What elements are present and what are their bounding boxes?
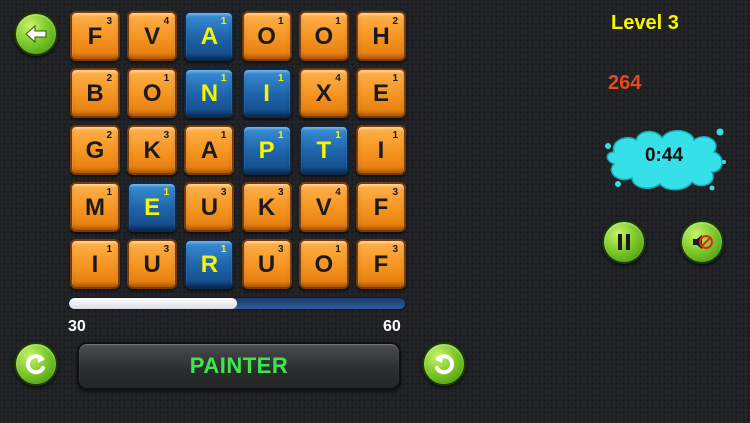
letter-tile[interactable]: O1 [298,239,349,289]
letter-tile[interactable]: E1 [356,68,406,118]
letter-tile[interactable]: N1 [184,68,235,118]
timer-value: 0:44 [644,145,684,166]
tile-points: 1 [106,187,112,198]
tile-points: 1 [220,244,227,255]
tile-points: 1 [278,73,284,84]
tile-points: 3 [278,187,284,198]
letter-tile[interactable]: U3 [127,239,178,289]
tile-points: 4 [163,16,170,27]
tile-points: 4 [335,187,341,198]
letter-tile[interactable]: I1 [241,68,292,118]
letter-tile[interactable]: O1 [127,68,178,118]
tile-points: 1 [220,130,227,141]
letter-tile[interactable]: R1 [184,239,235,289]
tile-points: 1 [220,73,227,84]
letter-tile[interactable]: H2 [356,11,406,61]
tile-points: 1 [335,130,341,141]
tile-points: 2 [106,73,112,84]
tile-points: 1 [335,16,341,27]
letter-tile[interactable]: A1 [184,11,235,61]
letter-tile[interactable]: P1 [241,125,292,175]
tile-points: 4 [335,73,341,84]
tile-points: 2 [106,130,112,141]
speaker-muted-icon [693,235,713,249]
tile-points: 1 [163,73,170,84]
letter-tile[interactable]: K3 [127,125,178,175]
letter-tile[interactable]: O1 [298,11,349,61]
back-button[interactable] [14,12,58,56]
tile-points: 3 [278,244,284,255]
tile-points: 3 [163,130,170,141]
letter-tile[interactable]: I1 [356,125,406,175]
tile-points: 1 [392,73,398,84]
letter-tile[interactable]: U3 [184,182,235,232]
tile-points: 1 [392,130,398,141]
letter-tile[interactable]: T1 [298,125,349,175]
letter-tile[interactable]: X4 [298,68,349,118]
letter-tile[interactable]: F3 [356,182,406,232]
current-word-box: PAINTER [77,342,401,390]
letter-tile[interactable]: F3 [70,11,120,61]
current-word: PAINTER [189,353,289,378]
progress-bar [68,297,406,310]
pause-icon [618,234,630,250]
tile-points: 2 [392,16,398,27]
letter-tile[interactable]: G2 [70,125,120,175]
progress-min-label: 30 [68,318,86,335]
letter-tile[interactable]: E1 [127,182,178,232]
level-label: Level 3 [611,12,679,34]
tile-points: 1 [220,16,227,27]
tile-points: 1 [163,187,170,198]
progress-fill [69,298,237,309]
rotate-arrow-icon [435,354,455,375]
letter-tile[interactable]: M1 [70,182,120,232]
shuffle-button[interactable] [14,342,58,386]
letter-tile[interactable]: B2 [70,68,120,118]
letter-tile[interactable]: O1 [241,11,292,61]
tile-points: 3 [392,244,398,255]
rotate-arrow-icon [25,354,45,375]
submit-word-button[interactable] [422,342,466,386]
letter-tile[interactable]: K3 [241,182,292,232]
tile-points: 3 [163,244,170,255]
pause-button[interactable] [602,220,646,264]
letter-board: F3V4A1O1O1H2B2O1N1I1X4E1G2K3A1P1T1I1M1E1… [70,11,408,291]
letter-tile[interactable]: F3 [356,239,406,289]
letter-tile[interactable]: I1 [70,239,120,289]
letter-tile[interactable]: V4 [127,11,178,61]
letter-tile[interactable]: U3 [241,239,292,289]
tile-points: 3 [106,16,112,27]
letter-tile[interactable]: V4 [298,182,349,232]
tile-points: 1 [335,244,341,255]
tile-points: 3 [220,187,227,198]
mute-button[interactable] [680,220,724,264]
tile-points: 1 [278,130,284,141]
arrow-left-icon [25,24,47,44]
tile-points: 1 [106,244,112,255]
progress-max-label: 60 [383,318,401,335]
score-value: 264 [608,72,642,94]
tile-points: 1 [278,16,284,27]
letter-tile[interactable]: A1 [184,125,235,175]
tile-points: 3 [392,187,398,198]
